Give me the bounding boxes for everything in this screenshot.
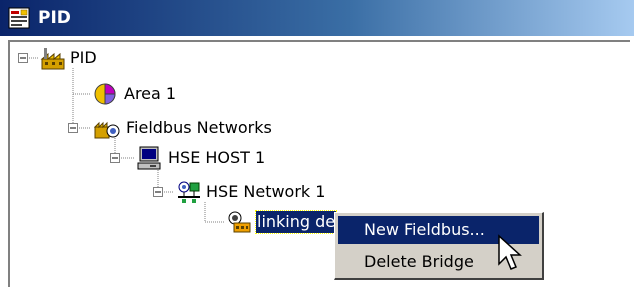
tree-item-label: linking de — [254, 210, 338, 234]
title-bar[interactable]: PID — [0, 0, 634, 36]
window-title: PID — [38, 8, 71, 28]
tree-item-label: Fieldbus Networks — [126, 118, 272, 137]
tree-item-label: PID — [70, 48, 97, 67]
collapse-icon[interactable] — [153, 187, 163, 197]
document-properties-icon — [8, 7, 30, 29]
network-icon — [178, 181, 200, 203]
collapse-icon[interactable] — [68, 123, 78, 133]
collapse-icon[interactable] — [18, 53, 28, 63]
mouse-pointer-icon — [498, 234, 522, 270]
tree-item-label: Area 1 — [124, 84, 177, 103]
computer-icon — [137, 146, 161, 170]
tree-item-label: HSE HOST 1 — [168, 148, 266, 167]
plant-factory-icon — [40, 48, 65, 70]
pie-chart-icon — [94, 83, 116, 105]
collapse-icon[interactable] — [110, 153, 120, 163]
tree-item-label: HSE Network 1 — [206, 182, 326, 201]
linking-device-icon — [228, 211, 251, 233]
pid-window: PID PID Area 1 Fieldbus Networks HSE HOS… — [0, 0, 634, 287]
fieldbus-network-icon — [94, 121, 120, 139]
